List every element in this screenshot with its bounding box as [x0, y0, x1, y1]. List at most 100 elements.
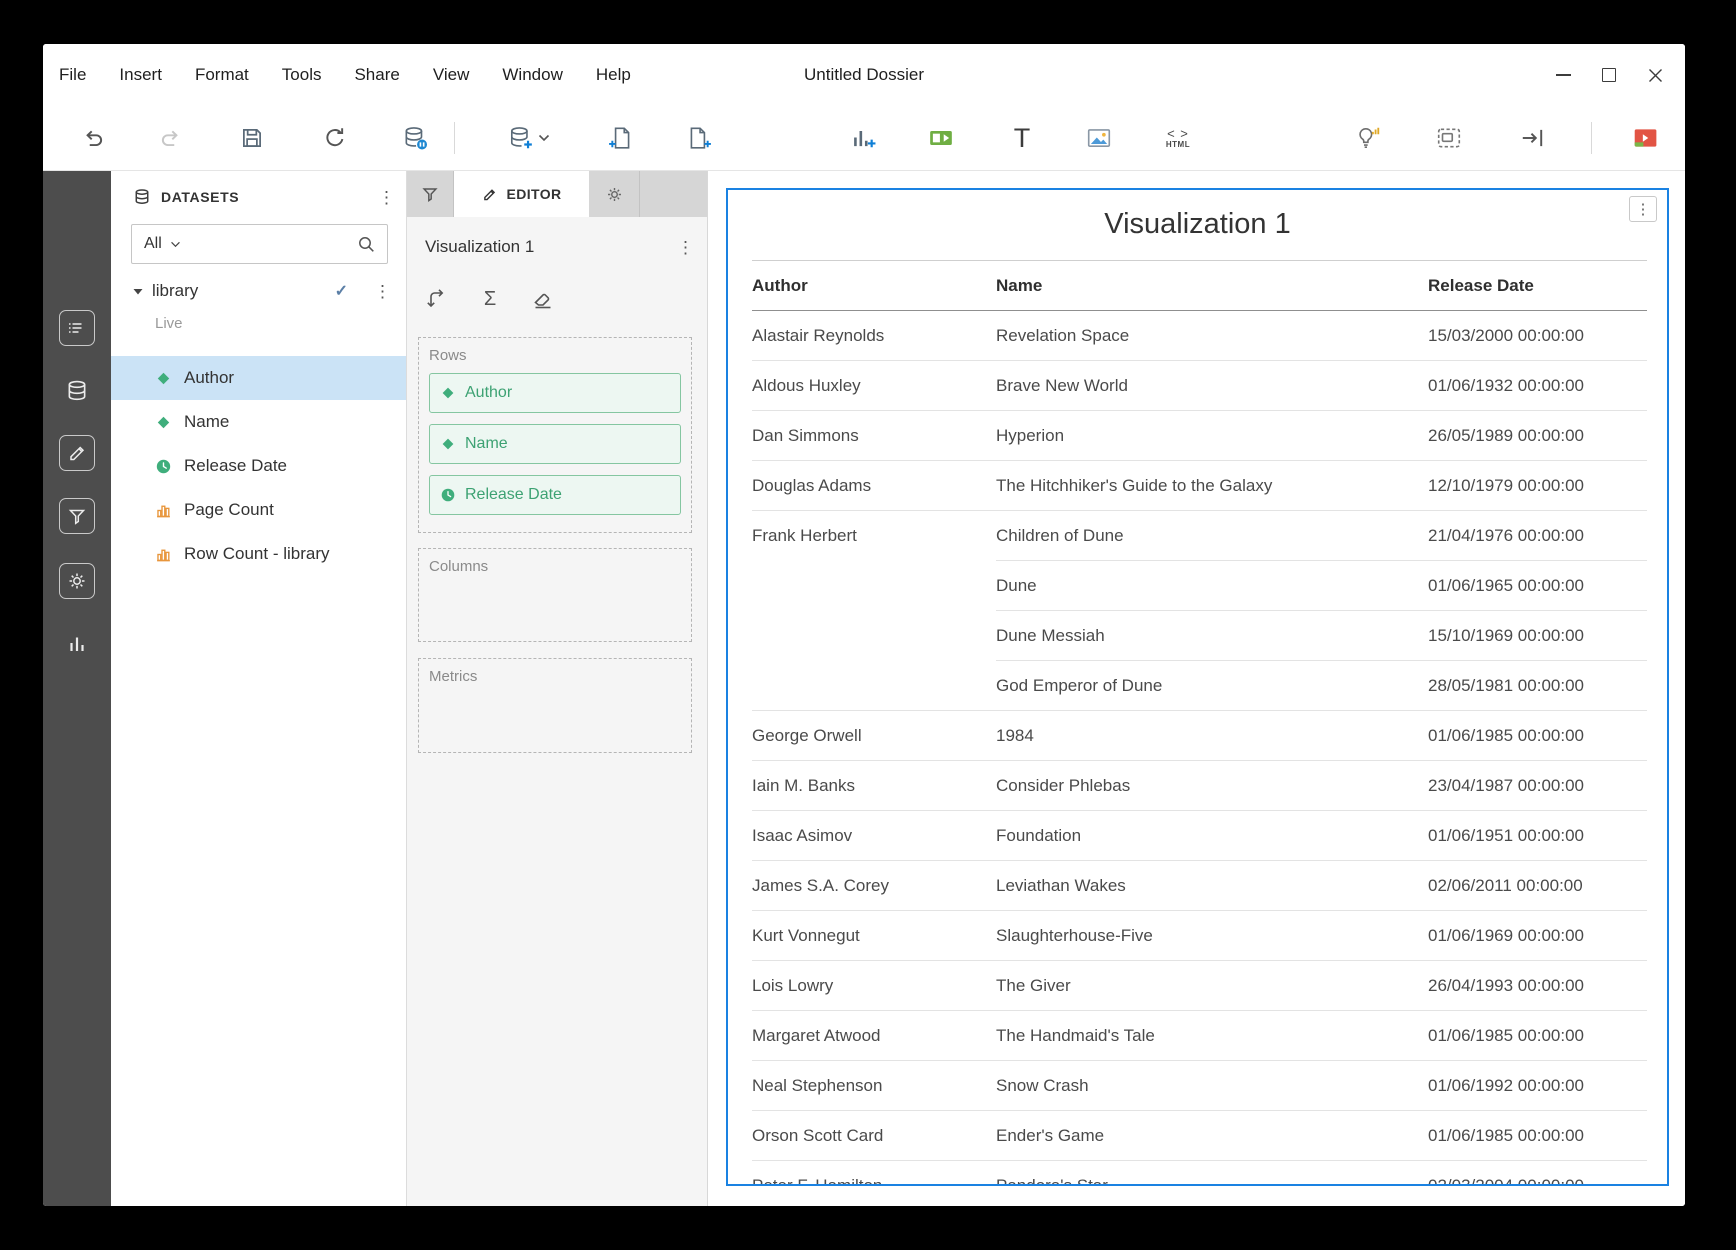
dataset-field-release-date[interactable]: Release Date — [111, 444, 406, 488]
tab-editor[interactable]: EDITOR — [454, 171, 589, 217]
cell-release-date[interactable]: 01/06/1932 00:00:00 — [1428, 361, 1647, 411]
cell-release-date[interactable]: 01/06/1985 00:00:00 — [1428, 1011, 1647, 1061]
cell-release-date[interactable]: 01/06/1985 00:00:00 — [1428, 1111, 1647, 1161]
cell-release-date[interactable]: 26/05/1989 00:00:00 — [1428, 411, 1647, 461]
refresh-button[interactable] — [315, 118, 355, 158]
redo-button[interactable] — [151, 118, 191, 158]
dataset-field-row-count-library[interactable]: Row Count - library — [111, 532, 406, 576]
insert-page-button[interactable] — [601, 118, 641, 158]
dataset-field-page-count[interactable]: Page Count — [111, 488, 406, 532]
menu-file[interactable]: File — [59, 65, 86, 85]
cell-name[interactable]: God Emperor of Dune — [996, 661, 1428, 711]
cell-author[interactable]: Alastair Reynolds — [752, 311, 996, 361]
rows-chip-name[interactable]: Name — [429, 424, 681, 464]
insert-chapter-button[interactable] — [679, 118, 719, 158]
cell-release-date[interactable]: 23/04/1987 00:00:00 — [1428, 761, 1647, 811]
tab-filter[interactable] — [407, 171, 454, 217]
dataset-library-row[interactable]: library ✓ ⋮ — [111, 274, 406, 308]
close-button[interactable] — [1639, 44, 1671, 106]
clear-button[interactable] — [529, 285, 557, 313]
cell-release-date[interactable]: 01/06/1951 00:00:00 — [1428, 811, 1647, 861]
cell-release-date[interactable]: 01/06/1992 00:00:00 — [1428, 1061, 1647, 1111]
collapse-panels-button[interactable] — [1512, 118, 1552, 158]
chart-panel-button[interactable] — [59, 626, 95, 662]
menu-tools[interactable]: Tools — [282, 65, 322, 85]
dataset-field-author[interactable]: Author — [111, 356, 406, 400]
rows-chip-release-date[interactable]: Release Date — [429, 475, 681, 515]
dataset-status-button[interactable] — [395, 118, 435, 158]
columns-drop-zone[interactable]: Columns — [418, 548, 692, 642]
filter-panel-button[interactable] — [59, 498, 95, 534]
cell-author[interactable]: Peter F. Hamilton — [752, 1161, 996, 1187]
datasets-menu-button[interactable]: ⋮ — [378, 189, 394, 206]
cell-release-date[interactable]: 15/03/2000 00:00:00 — [1428, 311, 1647, 361]
cell-name[interactable]: Slaughterhouse-Five — [996, 911, 1428, 961]
totals-button[interactable]: Σ — [476, 285, 504, 313]
dataset-field-name[interactable]: Name — [111, 400, 406, 444]
cell-name[interactable]: Snow Crash — [996, 1061, 1428, 1111]
rows-drop-zone[interactable]: Rows AuthorNameRelease Date — [418, 337, 692, 533]
cell-name[interactable]: Revelation Space — [996, 311, 1428, 361]
cell-name[interactable]: The Handmaid's Tale — [996, 1011, 1428, 1061]
cell-release-date[interactable]: 12/10/1979 00:00:00 — [1428, 461, 1647, 511]
present-button[interactable] — [1625, 118, 1665, 158]
cell-name[interactable]: Dune Messiah — [996, 611, 1428, 661]
maximize-button[interactable] — [1593, 44, 1625, 106]
cell-author[interactable]: James S.A. Corey — [752, 861, 996, 911]
menu-insert[interactable]: Insert — [119, 65, 162, 85]
cell-release-date[interactable]: 02/06/2011 00:00:00 — [1428, 861, 1647, 911]
cell-author[interactable]: Iain M. Banks — [752, 761, 996, 811]
visualization-card[interactable]: ⋮ Visualization 1 AuthorNameRelease Date… — [726, 188, 1669, 1186]
cell-name[interactable]: Consider Phlebas — [996, 761, 1428, 811]
cell-author[interactable]: Douglas Adams — [752, 461, 996, 511]
editor-panel-button[interactable] — [59, 435, 95, 471]
dataset-filter-dropdown[interactable]: All — [132, 235, 193, 253]
save-button[interactable] — [232, 118, 272, 158]
cell-author[interactable]: Neal Stephenson — [752, 1061, 996, 1111]
column-header-release-date[interactable]: Release Date — [1428, 261, 1647, 311]
insert-filter-button[interactable] — [921, 118, 961, 158]
cell-name[interactable]: The Hitchhiker's Guide to the Galaxy — [996, 461, 1428, 511]
cell-name[interactable]: Pandora's Star — [996, 1161, 1428, 1187]
search-icon[interactable] — [357, 235, 387, 254]
insights-button[interactable] — [1348, 118, 1388, 158]
undo-button[interactable] — [73, 118, 113, 158]
cell-release-date[interactable]: 28/05/1981 00:00:00 — [1428, 661, 1647, 711]
column-header-name[interactable]: Name — [996, 261, 1428, 311]
cell-release-date[interactable]: 01/06/1985 00:00:00 — [1428, 711, 1647, 761]
menu-window[interactable]: Window — [502, 65, 562, 85]
datasets-panel-button[interactable] — [59, 373, 95, 409]
visualization-menu-button[interactable]: ⋮ — [1629, 196, 1657, 222]
cell-name[interactable]: Ender's Game — [996, 1111, 1428, 1161]
menu-share[interactable]: Share — [354, 65, 399, 85]
settings-panel-button[interactable] — [59, 563, 95, 599]
insert-visualization-button[interactable] — [843, 118, 883, 158]
insert-image-button[interactable] — [1079, 118, 1119, 158]
tab-settings[interactable] — [589, 171, 640, 217]
menu-view[interactable]: View — [433, 65, 470, 85]
cell-name[interactable]: Dune — [996, 561, 1428, 611]
dataset-search[interactable]: All — [131, 224, 388, 264]
column-header-author[interactable]: Author — [752, 261, 996, 311]
cell-author[interactable]: Aldous Huxley — [752, 361, 996, 411]
cell-name[interactable]: The Giver — [996, 961, 1428, 1011]
cell-release-date[interactable]: 01/06/1965 00:00:00 — [1428, 561, 1647, 611]
insert-text-button[interactable]: T — [1002, 118, 1042, 158]
insert-html-button[interactable]: < > HTML — [1151, 118, 1205, 158]
swap-axes-button[interactable] — [423, 285, 451, 313]
menu-help[interactable]: Help — [596, 65, 631, 85]
cell-name[interactable]: Hyperion — [996, 411, 1428, 461]
cell-name[interactable]: Brave New World — [996, 361, 1428, 411]
contents-panel-button[interactable] — [59, 310, 95, 346]
rows-chip-author[interactable]: Author — [429, 373, 681, 413]
minimize-button[interactable] — [1547, 44, 1579, 106]
cell-release-date[interactable]: 21/04/1976 00:00:00 — [1428, 511, 1647, 561]
cell-author[interactable]: George Orwell — [752, 711, 996, 761]
canvas[interactable]: ⋮ Visualization 1 AuthorNameRelease Date… — [708, 171, 1685, 1206]
cell-author[interactable]: Orson Scott Card — [752, 1111, 996, 1161]
free-form-layout-button[interactable] — [1429, 118, 1469, 158]
metrics-drop-zone[interactable]: Metrics — [418, 658, 692, 753]
cell-author[interactable]: Margaret Atwood — [752, 1011, 996, 1061]
cell-name[interactable]: Leviathan Wakes — [996, 861, 1428, 911]
cell-author[interactable]: Frank Herbert — [752, 511, 996, 711]
